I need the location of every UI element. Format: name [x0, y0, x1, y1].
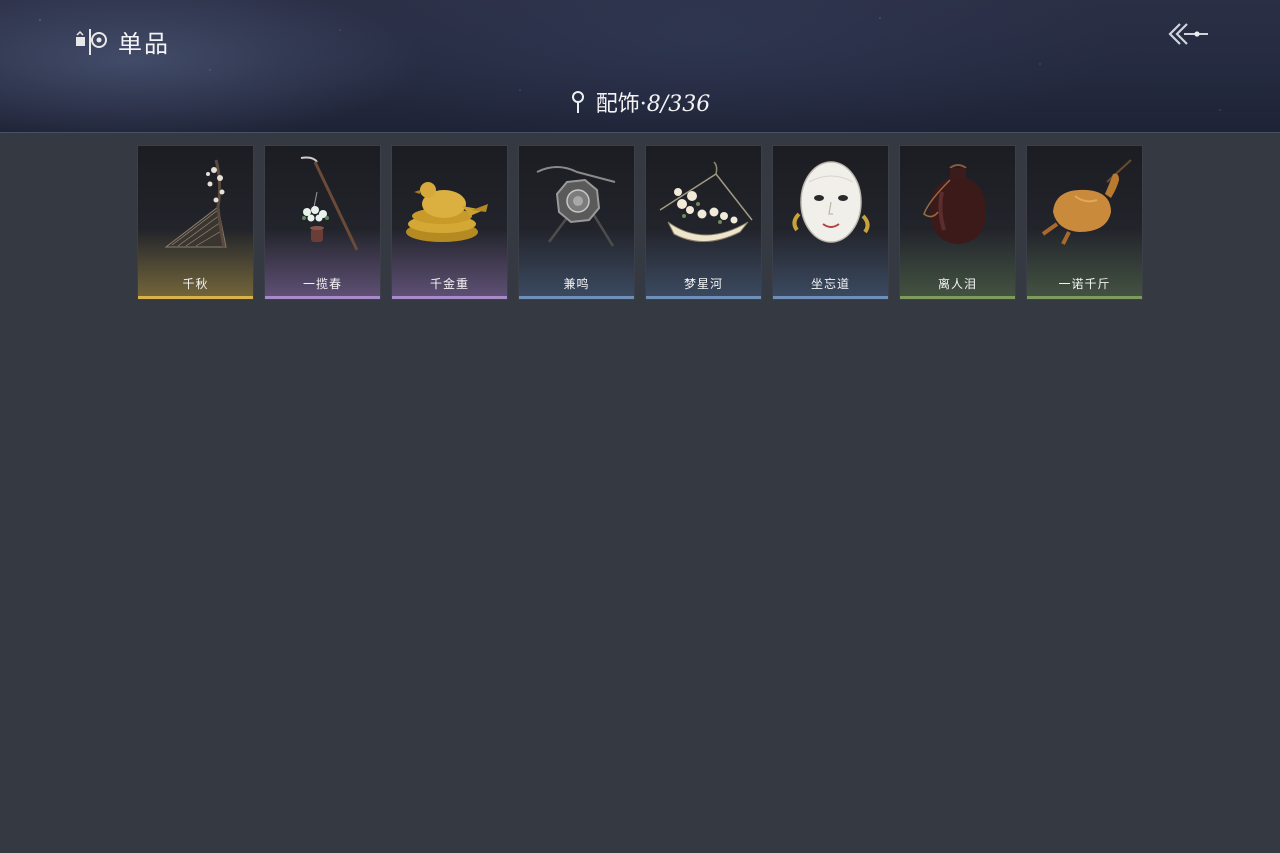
gold-bird-icon — [406, 182, 488, 242]
item-name: 千金重 — [429, 277, 469, 291]
rarity-bar — [265, 296, 380, 299]
category-label: 配饰·8/336 — [596, 86, 710, 118]
wardrobe-icon — [76, 28, 107, 55]
rarity-bar — [138, 296, 253, 299]
rarity-bar — [519, 296, 634, 299]
shield-ornament-icon — [536, 166, 616, 247]
roast-duck-icon — [1041, 159, 1132, 245]
back-arrow-icon[interactable] — [1166, 18, 1212, 52]
top-header: 单品 配饰·8/336 — [0, 0, 1280, 133]
item-name: 离人泪 — [937, 277, 977, 291]
item-card[interactable]: 千金重 — [391, 145, 508, 300]
wine-jar-icon — [923, 164, 986, 244]
flower-basket-icon — [659, 161, 753, 243]
flower-staff-icon — [300, 156, 359, 251]
category-name: 配饰 — [595, 92, 640, 117]
rarity-bar — [1027, 296, 1142, 299]
category-indicator: 配饰·8/336 — [0, 86, 1280, 118]
rarity-bar — [773, 296, 888, 299]
location-pin-icon — [571, 91, 584, 113]
collection-count: 8/336 — [646, 92, 711, 117]
rarity-bar — [392, 296, 507, 299]
item-name: 兼鸣 — [563, 277, 590, 291]
category-separator: · — [639, 92, 647, 117]
item-card[interactable]: 梦星河 — [645, 145, 762, 300]
item-name: 坐忘道 — [810, 277, 850, 291]
item-card[interactable]: 一诺千斤 — [1026, 145, 1143, 300]
item-name: 梦星河 — [683, 277, 723, 291]
item-card[interactable]: 千秋 — [137, 145, 254, 300]
item-name: 一揽春 — [302, 277, 342, 291]
rarity-bar — [900, 296, 1015, 299]
item-card[interactable]: 一揽春 — [264, 145, 381, 300]
item-grid: 千秋 一揽春 千金重 兼鸣 梦星河 坐忘道 离人泪 一诺千斤 — [137, 145, 1143, 300]
item-name: 一诺千斤 — [1058, 277, 1111, 291]
item-name: 千秋 — [182, 277, 209, 291]
page-title: 单品 — [118, 30, 170, 58]
page-brand: 单品 — [74, 24, 170, 59]
item-card[interactable]: 离人泪 — [899, 145, 1016, 300]
item-card[interactable]: 兼鸣 — [518, 145, 635, 300]
item-card[interactable]: 坐忘道 — [772, 145, 889, 300]
white-mask-icon — [792, 161, 870, 243]
lute-branch-icon — [164, 159, 227, 248]
rarity-bar — [646, 296, 761, 299]
